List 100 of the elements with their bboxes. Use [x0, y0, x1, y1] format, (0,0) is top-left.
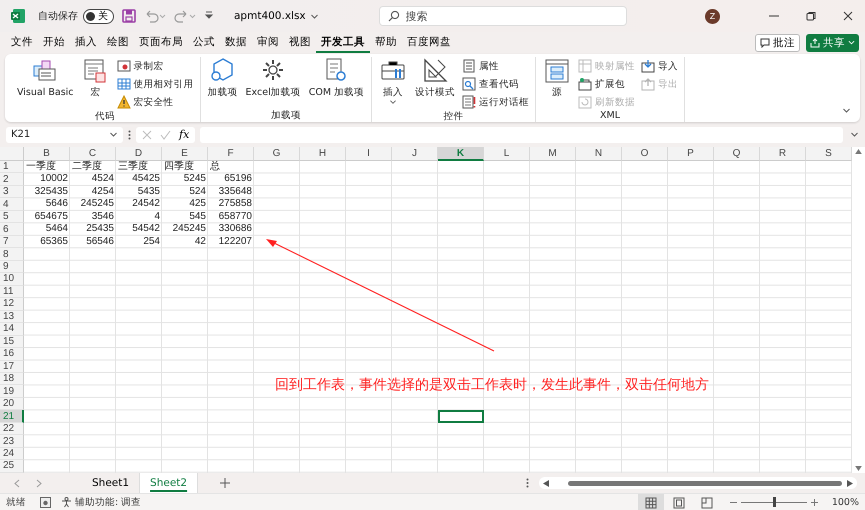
column-header[interactable]: Q	[714, 147, 760, 161]
close-icon[interactable]	[843, 11, 853, 21]
column-header[interactable]: K	[438, 147, 484, 161]
row-header[interactable]: 14	[0, 323, 24, 336]
selected-cell[interactable]	[438, 410, 484, 423]
column-header[interactable]: H	[300, 147, 346, 161]
ribbon-tab[interactable]: 页面布局	[134, 32, 188, 52]
row-header[interactable]: 6	[0, 223, 24, 236]
ribbon-tab[interactable]: 文件	[6, 32, 38, 52]
ribbon-tab[interactable]: 开始	[38, 32, 70, 52]
accessibility-button[interactable]: 辅助功能: 调查	[61, 496, 142, 509]
normal-view-button[interactable]	[638, 494, 664, 510]
column-header[interactable]: P	[668, 147, 714, 161]
row-header[interactable]: 17	[0, 360, 24, 373]
ribbon-button[interactable]: 源	[540, 57, 574, 110]
row-header[interactable]: 1	[0, 161, 24, 174]
row-header[interactable]: 18	[0, 372, 24, 386]
row-header[interactable]: 5	[0, 210, 24, 224]
collapse-ribbon-icon[interactable]	[842, 107, 851, 114]
ribbon-button[interactable]: 插入	[376, 57, 410, 110]
column-header[interactable]: N	[576, 147, 622, 161]
row-header[interactable]: 25	[0, 460, 24, 473]
row-header[interactable]: 4	[0, 198, 24, 211]
zoom-out-icon[interactable]	[730, 499, 737, 506]
scroll-down-icon[interactable]	[855, 466, 862, 471]
expand-formula-icon[interactable]	[850, 131, 859, 138]
zoom-in-icon[interactable]	[810, 499, 818, 506]
zoom-slider[interactable]	[772, 497, 776, 507]
row-header[interactable]: 7	[0, 236, 24, 248]
ribbon-button[interactable]: 属性	[460, 58, 532, 74]
row-header[interactable]: 19	[0, 385, 24, 398]
ribbon-tab[interactable]: 审阅	[252, 32, 284, 52]
column-header[interactable]: S	[806, 147, 852, 161]
vertical-scrollbar[interactable]	[852, 147, 865, 473]
ribbon-button[interactable]: Visual Basic	[14, 57, 77, 110]
row-header[interactable]: 21	[0, 410, 24, 423]
user-avatar[interactable]: Z	[705, 8, 720, 24]
search-field[interactable]: 搜索	[378, 6, 627, 26]
row-header[interactable]: 2	[0, 173, 24, 186]
column-header[interactable]: C	[70, 147, 116, 161]
macro-record-icon[interactable]	[40, 497, 51, 508]
share-button[interactable]: 共享	[806, 34, 859, 52]
column-header[interactable]: I	[346, 147, 392, 161]
more-options-icon[interactable]	[526, 478, 529, 488]
ribbon-button[interactable]: 扩展包	[576, 76, 638, 92]
ribbon-button[interactable]: Excel加载项	[242, 57, 304, 109]
insert-function-button[interactable]: fx	[179, 128, 190, 141]
ribbon-tab[interactable]: 视图	[284, 32, 316, 52]
column-header[interactable]: L	[484, 147, 530, 161]
row-header[interactable]: 22	[0, 422, 24, 436]
ribbon-button[interactable]: 宏	[78, 57, 113, 110]
ribbon-tab[interactable]: 百度网盘	[402, 32, 456, 52]
sheet-tab[interactable]: Sheet2	[140, 473, 198, 493]
ribbon-button[interactable]: 查看代码	[460, 76, 532, 92]
scroll-right-icon[interactable]	[847, 480, 853, 486]
ribbon-button[interactable]: COM 加载项	[306, 57, 368, 109]
ribbon-tab[interactable]: 公式	[188, 32, 220, 52]
horizontal-scrollbar[interactable]	[539, 477, 857, 489]
ribbon-tab[interactable]: 插入	[70, 32, 102, 52]
more-options-icon[interactable]	[128, 130, 131, 140]
row-header[interactable]: 20	[0, 398, 24, 410]
row-header[interactable]: 16	[0, 348, 24, 360]
scroll-up-icon[interactable]	[855, 149, 862, 154]
column-header[interactable]: O	[622, 147, 668, 161]
autosave-toggle[interactable]: 关	[83, 8, 114, 24]
ribbon-button[interactable]: 宏安全性	[114, 94, 196, 110]
save-icon[interactable]	[122, 9, 136, 23]
column-header[interactable]: J	[392, 147, 438, 161]
ribbon-button[interactable]: 导入	[639, 58, 680, 74]
ribbon-tab[interactable]: 数据	[220, 32, 252, 52]
ribbon-button[interactable]: 运行对话框	[460, 94, 532, 110]
row-header[interactable]: 10	[0, 273, 24, 286]
row-header[interactable]: 12	[0, 298, 24, 311]
ribbon-button[interactable]: 录制宏	[114, 58, 196, 74]
file-name-menu[interactable]: apmt400.xlsx	[234, 10, 319, 22]
ribbon-tab[interactable]: 帮助	[370, 32, 402, 52]
column-header[interactable]: R	[760, 147, 806, 161]
column-header[interactable]: D	[116, 147, 162, 161]
row-header[interactable]: 15	[0, 336, 24, 348]
row-header[interactable]: 24	[0, 448, 24, 460]
customize-caret-icon[interactable]	[204, 11, 214, 21]
comment-button[interactable]: 批注	[755, 34, 800, 52]
column-header[interactable]: M	[530, 147, 576, 161]
row-header[interactable]: 11	[0, 286, 24, 298]
ribbon-button[interactable]: 加载项	[204, 57, 241, 109]
name-box[interactable]: K21	[6, 126, 123, 142]
ribbon-button[interactable]: 使用相对引用	[114, 76, 196, 92]
ribbon-button[interactable]: 设计模式	[412, 57, 458, 110]
column-header[interactable]: E	[162, 147, 208, 161]
row-header[interactable]: 9	[0, 260, 24, 274]
column-header[interactable]: F	[208, 147, 254, 161]
row-header[interactable]: 8	[0, 248, 24, 261]
row-header[interactable]: 23	[0, 435, 24, 448]
zoom-level[interactable]: 100%	[832, 497, 859, 508]
row-header[interactable]: 13	[0, 310, 24, 324]
add-sheet-icon[interactable]	[220, 478, 230, 488]
restore-icon[interactable]	[806, 11, 816, 21]
ribbon-tab[interactable]: 绘图	[102, 32, 134, 52]
row-header[interactable]: 3	[0, 186, 24, 198]
scroll-left-icon[interactable]	[543, 480, 549, 486]
